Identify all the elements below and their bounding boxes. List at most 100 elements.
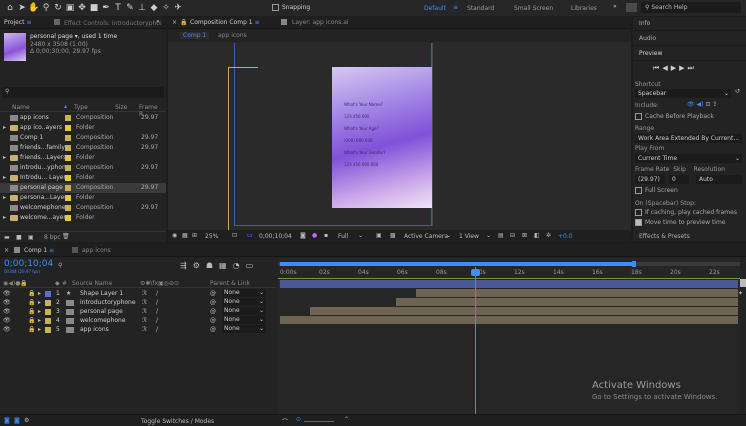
expand-arrow-icon[interactable]: ▸ (38, 316, 41, 325)
track-bar-1[interactable] (280, 280, 738, 288)
resolution-select[interactable]: Auto (696, 175, 742, 184)
pickwhip-icon[interactable]: @ (210, 289, 216, 298)
snapping-checkbox[interactable] (272, 4, 279, 11)
anchor-tool-icon[interactable]: ✥ (76, 2, 88, 14)
label-color-swatch[interactable] (65, 205, 71, 211)
track-bar-5[interactable] (280, 316, 738, 324)
pen-tool-icon[interactable]: ✒ (100, 2, 112, 14)
cache-option[interactable]: Cache Before Playback (635, 113, 714, 120)
chevron-down-icon[interactable]: ⌄ (486, 232, 491, 239)
render-time-icon[interactable]: ◙ (4, 417, 10, 424)
label-color-swatch[interactable] (65, 155, 71, 161)
project-item[interactable]: ▸ app ico..ayers Folder (0, 123, 166, 133)
layer-name[interactable]: welcomephone (80, 316, 126, 325)
layer-row[interactable]: 👁 🔒 ▸ 1 ★ Shape Layer 1 ℛ / @ None ⌄ (0, 289, 276, 298)
color-channel-icon[interactable]: ● (312, 232, 317, 239)
reset-icon[interactable]: ↺ (735, 88, 740, 95)
label-color-swatch[interactable] (65, 165, 71, 171)
expand-arrow-icon[interactable]: ▸ (3, 153, 6, 163)
exposure-value[interactable]: +0.0 (558, 233, 573, 240)
workspace-small-screen[interactable]: Small Screen (514, 5, 553, 12)
col-size[interactable]: Size (115, 104, 127, 111)
label-color-swatch[interactable] (45, 318, 51, 324)
interpret-icon[interactable]: ▬ (4, 234, 10, 241)
graph-editor-icon[interactable]: ▭ (246, 261, 260, 270)
trash-icon[interactable]: 🗑 (62, 233, 70, 240)
expand-arrow-icon[interactable]: ▸ (38, 298, 41, 307)
layer-name[interactable]: Shape Layer 1 (80, 289, 123, 298)
search-help[interactable]: ⚲ Search Help (641, 2, 741, 13)
view-select[interactable]: 1 View (459, 233, 479, 240)
layer-name[interactable]: introductoryphone (80, 298, 136, 307)
move-time-option[interactable]: Move time to preview time (635, 219, 726, 226)
project-item[interactable]: friends...family Composition 29.97 (0, 143, 166, 153)
search-icon[interactable]: ⚲ (58, 262, 62, 269)
puppet-tool-icon[interactable]: ✈ (172, 2, 184, 14)
crumb-app-icons[interactable]: app icons (218, 32, 247, 39)
new-comp-icon[interactable]: ▣ (28, 234, 34, 241)
col-parent[interactable]: Parent & Link (210, 280, 250, 287)
playhead-handle[interactable] (471, 269, 480, 276)
label-color-swatch[interactable] (65, 115, 71, 121)
visibility-eye-icon[interactable]: 👁 (3, 325, 11, 334)
label-color-swatch[interactable] (65, 185, 71, 191)
parent-select[interactable]: None ⌄ (222, 307, 266, 315)
lock-icon[interactable]: 🔒 (28, 307, 35, 316)
quality-slash-icon[interactable]: / (156, 289, 158, 298)
include-toggles[interactable]: 👁 ◀) ⊡ ⇪ (687, 101, 717, 108)
quality-slash-icon[interactable]: / (156, 298, 158, 307)
layer-name[interactable]: personal page (80, 307, 123, 316)
tab-comp1[interactable]: Comp 1 ≡ (24, 247, 54, 254)
parent-select[interactable]: None ⌄ (222, 298, 266, 306)
label-color-swatch[interactable] (65, 135, 71, 141)
lock-icon[interactable]: 🔒 (28, 316, 35, 325)
col-name[interactable]: Name (12, 104, 30, 111)
workspace-default[interactable]: Default (424, 5, 446, 12)
visibility-eye-icon[interactable]: 👁 (3, 298, 11, 307)
workspace-more-icon[interactable]: » (613, 3, 617, 10)
fit-icon[interactable]: ⊡ (232, 232, 237, 239)
home-icon[interactable]: ⌂ (4, 2, 16, 14)
zoom-value[interactable]: 25% (205, 233, 218, 240)
play-icon[interactable]: ▶ (671, 64, 679, 72)
chevron-down-icon[interactable]: ⌄ (446, 232, 451, 239)
panel-info[interactable]: Info (633, 17, 746, 31)
prev-frame-icon[interactable]: ◀ (662, 64, 670, 72)
type-tool-icon[interactable]: T (112, 2, 124, 14)
panel-effects-presets[interactable]: Effects & Presets (633, 231, 746, 242)
close-tab-icon[interactable]: × (4, 247, 9, 254)
expand-arrow-icon[interactable]: ▸ (3, 193, 6, 203)
quality-select[interactable]: Full (338, 233, 348, 240)
eraser-tool-icon[interactable]: ◆ (148, 2, 160, 14)
layer-name[interactable]: app icons (80, 325, 109, 334)
pickwhip-icon[interactable]: @ (210, 316, 216, 325)
chevron-down-icon[interactable]: ⌄ (358, 232, 363, 239)
switches-icon[interactable]: ℛ (142, 307, 147, 316)
switches-icon[interactable]: ℛ (142, 289, 147, 298)
guides-icon[interactable]: ⊞ (192, 232, 197, 239)
label-color-swatch[interactable] (65, 195, 71, 201)
track-bar-3[interactable] (396, 298, 738, 306)
layer-row[interactable]: 👁 🔒 ▸ 4 welcomephone ℛ / @ None ⌄ (0, 316, 276, 325)
tab-app-icons[interactable]: app icons (82, 247, 111, 254)
panel-preview[interactable]: Preview (633, 47, 746, 61)
timeline-nav-end-icon[interactable] (740, 279, 746, 287)
expand-arrow-icon[interactable]: ▸ (3, 173, 6, 183)
rect-tool-icon[interactable]: ■ (88, 2, 100, 14)
quality-slash-icon[interactable]: / (156, 325, 158, 334)
track-bar-4[interactable] (310, 307, 738, 315)
transparency-icon[interactable]: ▩ (390, 232, 396, 239)
visibility-eye-icon[interactable]: 👁 (3, 316, 11, 325)
col-source-name[interactable]: Source Name (72, 280, 112, 287)
expand-arrow-icon[interactable]: ▸ (3, 123, 6, 133)
roi-icon[interactable]: ▣ (376, 232, 382, 239)
switches-icon[interactable]: ℛ (142, 325, 147, 334)
close-tab-icon[interactable]: × (172, 19, 177, 26)
stamp-tool-icon[interactable]: ⊥ (136, 2, 148, 14)
project-item[interactable]: ▸ welcome...ayers Folder (0, 213, 166, 223)
flowchart-icon[interactable]: ⊟ (510, 232, 515, 239)
sync-icon[interactable] (626, 3, 637, 12)
range-select[interactable]: Work Area Extended By Current... (635, 134, 742, 143)
full-screen-option[interactable]: Full Screen (635, 187, 678, 194)
label-color-swatch[interactable] (45, 300, 51, 306)
